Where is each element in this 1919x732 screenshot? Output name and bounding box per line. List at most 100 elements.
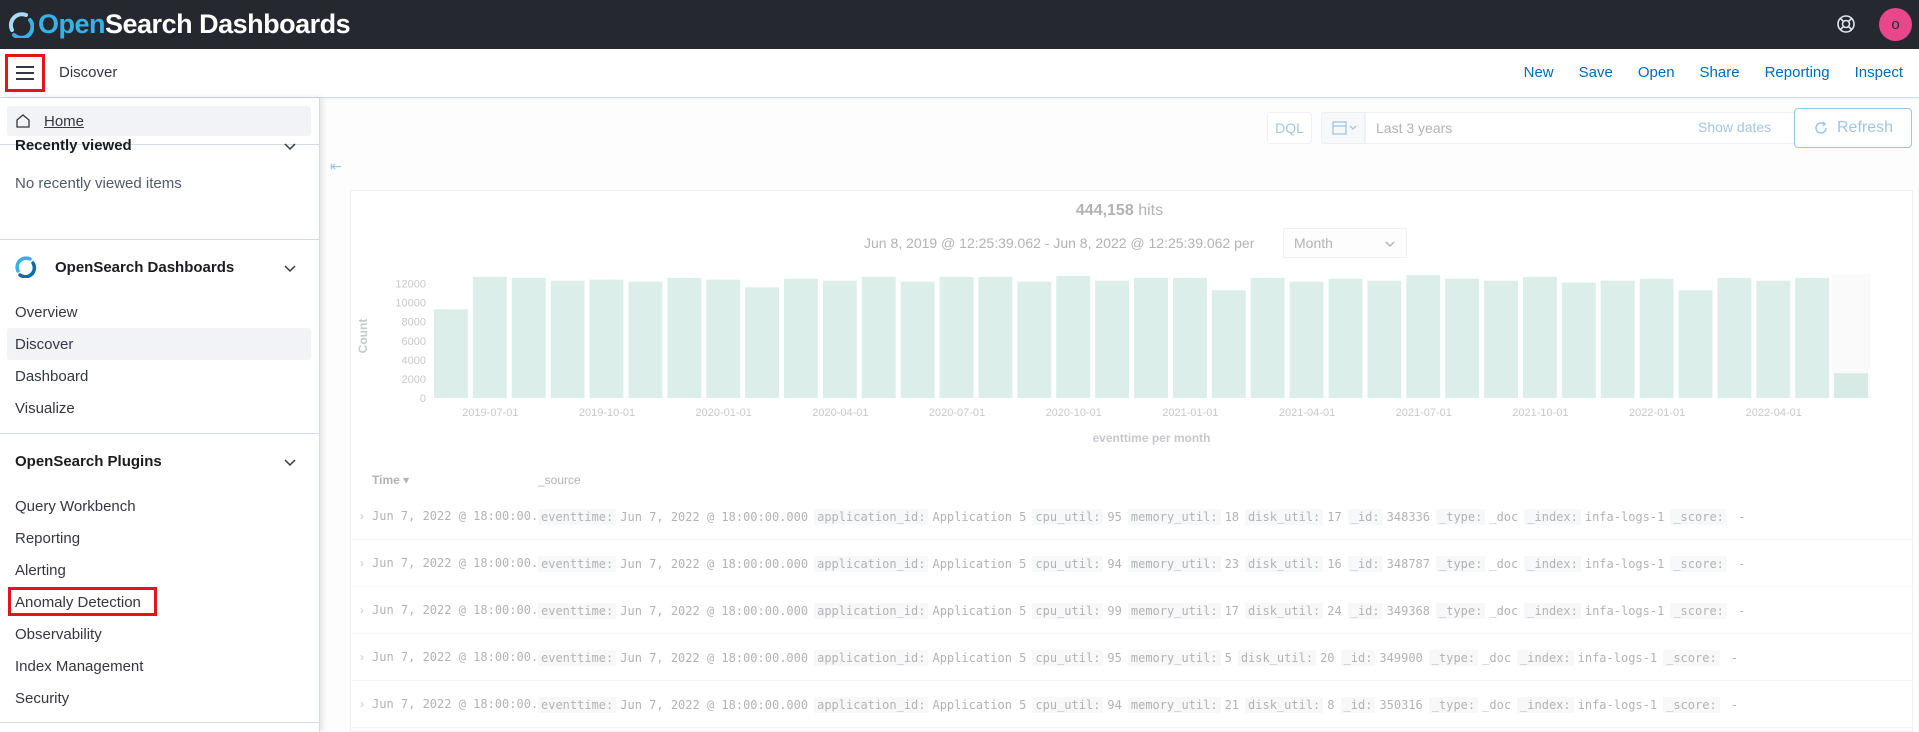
save-button[interactable]: Save bbox=[1579, 64, 1613, 81]
nav-discover[interactable]: Discover bbox=[15, 336, 73, 353]
histogram-bar[interactable] bbox=[1561, 282, 1596, 398]
field-value: infa-logs-1 bbox=[1584, 510, 1665, 524]
y-tick-label: 4000 bbox=[402, 355, 426, 367]
nav-index-management[interactable]: Index Management bbox=[15, 658, 143, 675]
expand-row-icon[interactable]: › bbox=[360, 650, 364, 664]
field-key: _score: bbox=[1670, 509, 1727, 525]
histogram-bar[interactable] bbox=[1172, 277, 1207, 398]
nav-dashboard[interactable]: Dashboard bbox=[15, 368, 88, 385]
field-key: _type: bbox=[1428, 697, 1479, 713]
expand-row-icon[interactable]: › bbox=[360, 603, 364, 617]
nav-reporting[interactable]: Reporting bbox=[15, 530, 80, 547]
histogram-bar[interactable] bbox=[900, 281, 935, 398]
menu-toggle-button[interactable] bbox=[5, 54, 45, 92]
chevron-down-icon[interactable] bbox=[282, 260, 298, 276]
table-row[interactable]: › Jun 7, 2022 @ 18:00:00.000 eventtime: Jun… bbox=[350, 595, 1913, 634]
x-tick-label: 2019-07-01 bbox=[462, 407, 518, 419]
histogram-bar[interactable] bbox=[1600, 280, 1635, 398]
expand-row-icon[interactable]: › bbox=[360, 697, 364, 711]
histogram-bar[interactable] bbox=[1289, 281, 1324, 398]
home-link[interactable]: Home bbox=[7, 106, 311, 136]
histogram-bar[interactable] bbox=[667, 277, 702, 398]
expand-row-icon[interactable]: › bbox=[360, 509, 364, 523]
table-row[interactable]: › Jun 7, 2022 @ 18:00:00.000 eventtime: Jun… bbox=[350, 642, 1913, 681]
table-row[interactable]: › Jun 7, 2022 @ 18:00:00.000 eventtime: Jun… bbox=[350, 501, 1913, 540]
field-key: _score: bbox=[1663, 697, 1720, 713]
histogram-bar[interactable] bbox=[550, 280, 585, 398]
histogram-bar[interactable] bbox=[1211, 290, 1246, 398]
histogram-bar[interactable] bbox=[1795, 277, 1830, 398]
interval-select[interactable]: Month bbox=[1283, 228, 1407, 258]
histogram-bar[interactable] bbox=[1056, 275, 1091, 398]
open-button[interactable]: Open bbox=[1638, 64, 1675, 81]
reporting-button[interactable]: Reporting bbox=[1765, 64, 1830, 81]
nav-overview[interactable]: Overview bbox=[15, 304, 78, 321]
user-avatar[interactable]: o bbox=[1879, 8, 1912, 41]
y-tick-label: 2000 bbox=[402, 374, 426, 386]
inspect-button[interactable]: Inspect bbox=[1855, 64, 1903, 81]
field-value: _doc bbox=[1482, 698, 1512, 712]
row-time: Jun 7, 2022 @ 18:00:00.000 bbox=[372, 509, 560, 523]
histogram-bar[interactable] bbox=[822, 280, 857, 398]
date-quick-select[interactable] bbox=[1321, 112, 1365, 144]
histogram-bar[interactable] bbox=[978, 276, 1013, 398]
expand-row-icon[interactable]: › bbox=[360, 556, 364, 570]
field-key: eventtime: bbox=[538, 697, 617, 713]
histogram-bar[interactable] bbox=[1678, 290, 1713, 398]
nav-visualize[interactable]: Visualize bbox=[15, 400, 75, 417]
opensearch-logo[interactable]: OpenSearch Dashboards bbox=[8, 9, 351, 40]
time-column-header[interactable]: Time ▾ bbox=[372, 473, 409, 487]
histogram-bar[interactable] bbox=[784, 278, 818, 398]
show-dates-link[interactable]: Show dates bbox=[1698, 119, 1771, 135]
help-icon[interactable] bbox=[1835, 13, 1857, 35]
histogram-bar[interactable] bbox=[1134, 277, 1168, 398]
histogram-bar[interactable] bbox=[1250, 277, 1285, 398]
histogram-bar[interactable] bbox=[939, 276, 974, 398]
plugins-section-heading[interactable]: OpenSearch Plugins bbox=[15, 453, 162, 470]
histogram-bar[interactable] bbox=[1406, 274, 1441, 398]
histogram-bar[interactable] bbox=[1639, 278, 1674, 398]
recently-viewed-heading[interactable]: Recently viewed bbox=[15, 137, 132, 154]
histogram-bar[interactable] bbox=[589, 279, 624, 398]
field-value: 17 bbox=[1224, 604, 1240, 618]
field-value: - bbox=[1723, 651, 1739, 665]
new-button[interactable]: New bbox=[1524, 64, 1554, 81]
nav-security[interactable]: Security bbox=[15, 690, 69, 707]
histogram-bar[interactable] bbox=[1367, 280, 1402, 398]
field-key: application_id: bbox=[814, 603, 929, 619]
histogram-bar[interactable] bbox=[628, 281, 663, 398]
histogram-bar[interactable] bbox=[511, 277, 546, 398]
nav-alerting[interactable]: Alerting bbox=[15, 562, 66, 579]
share-button[interactable]: Share bbox=[1700, 64, 1740, 81]
nav-observability[interactable]: Observability bbox=[15, 626, 102, 643]
chevron-down-icon[interactable] bbox=[282, 454, 298, 470]
field-key: _type: bbox=[1436, 509, 1486, 525]
histogram-bar[interactable] bbox=[1017, 281, 1052, 398]
y-tick-label: 12000 bbox=[395, 279, 426, 291]
query-language-button[interactable]: DQL bbox=[1267, 112, 1312, 144]
histogram-bar[interactable] bbox=[706, 279, 741, 398]
histogram-bar[interactable] bbox=[1095, 280, 1130, 398]
table-row[interactable]: › Jun 7, 2022 @ 18:00:00.000 eventtime: Jun… bbox=[350, 548, 1913, 587]
histogram-bar[interactable] bbox=[1445, 278, 1480, 398]
refresh-button[interactable]: Refresh bbox=[1794, 108, 1912, 148]
histogram-bar[interactable] bbox=[434, 309, 468, 398]
nav-query-workbench[interactable]: Query Workbench bbox=[15, 498, 136, 515]
row-source: eventtime: Jun 7, 2022 @ 18:00:00.000 appl… bbox=[538, 509, 1751, 525]
histogram-bar[interactable] bbox=[1717, 277, 1752, 398]
histogram-bar[interactable] bbox=[745, 287, 780, 398]
field-key: _type: bbox=[1428, 650, 1479, 666]
field-key: _index: bbox=[1524, 603, 1581, 619]
osd-section-heading[interactable]: OpenSearch Dashboards bbox=[55, 259, 234, 276]
field-key: application_id: bbox=[814, 556, 929, 572]
table-row[interactable]: › Jun 7, 2022 @ 18:00:00.000 eventtime: Jun… bbox=[350, 689, 1913, 728]
histogram-bar[interactable] bbox=[472, 276, 507, 398]
histogram-bar[interactable] bbox=[861, 276, 896, 398]
breadcrumb[interactable]: Discover bbox=[59, 64, 117, 81]
collapse-sidebar-icon[interactable]: ⇤ bbox=[330, 158, 342, 175]
histogram-bar[interactable] bbox=[1484, 280, 1518, 398]
histogram-bar[interactable] bbox=[1522, 276, 1557, 398]
chevron-down-icon[interactable] bbox=[282, 138, 298, 154]
histogram-bar[interactable] bbox=[1756, 280, 1791, 398]
histogram-bar[interactable] bbox=[1328, 278, 1363, 398]
